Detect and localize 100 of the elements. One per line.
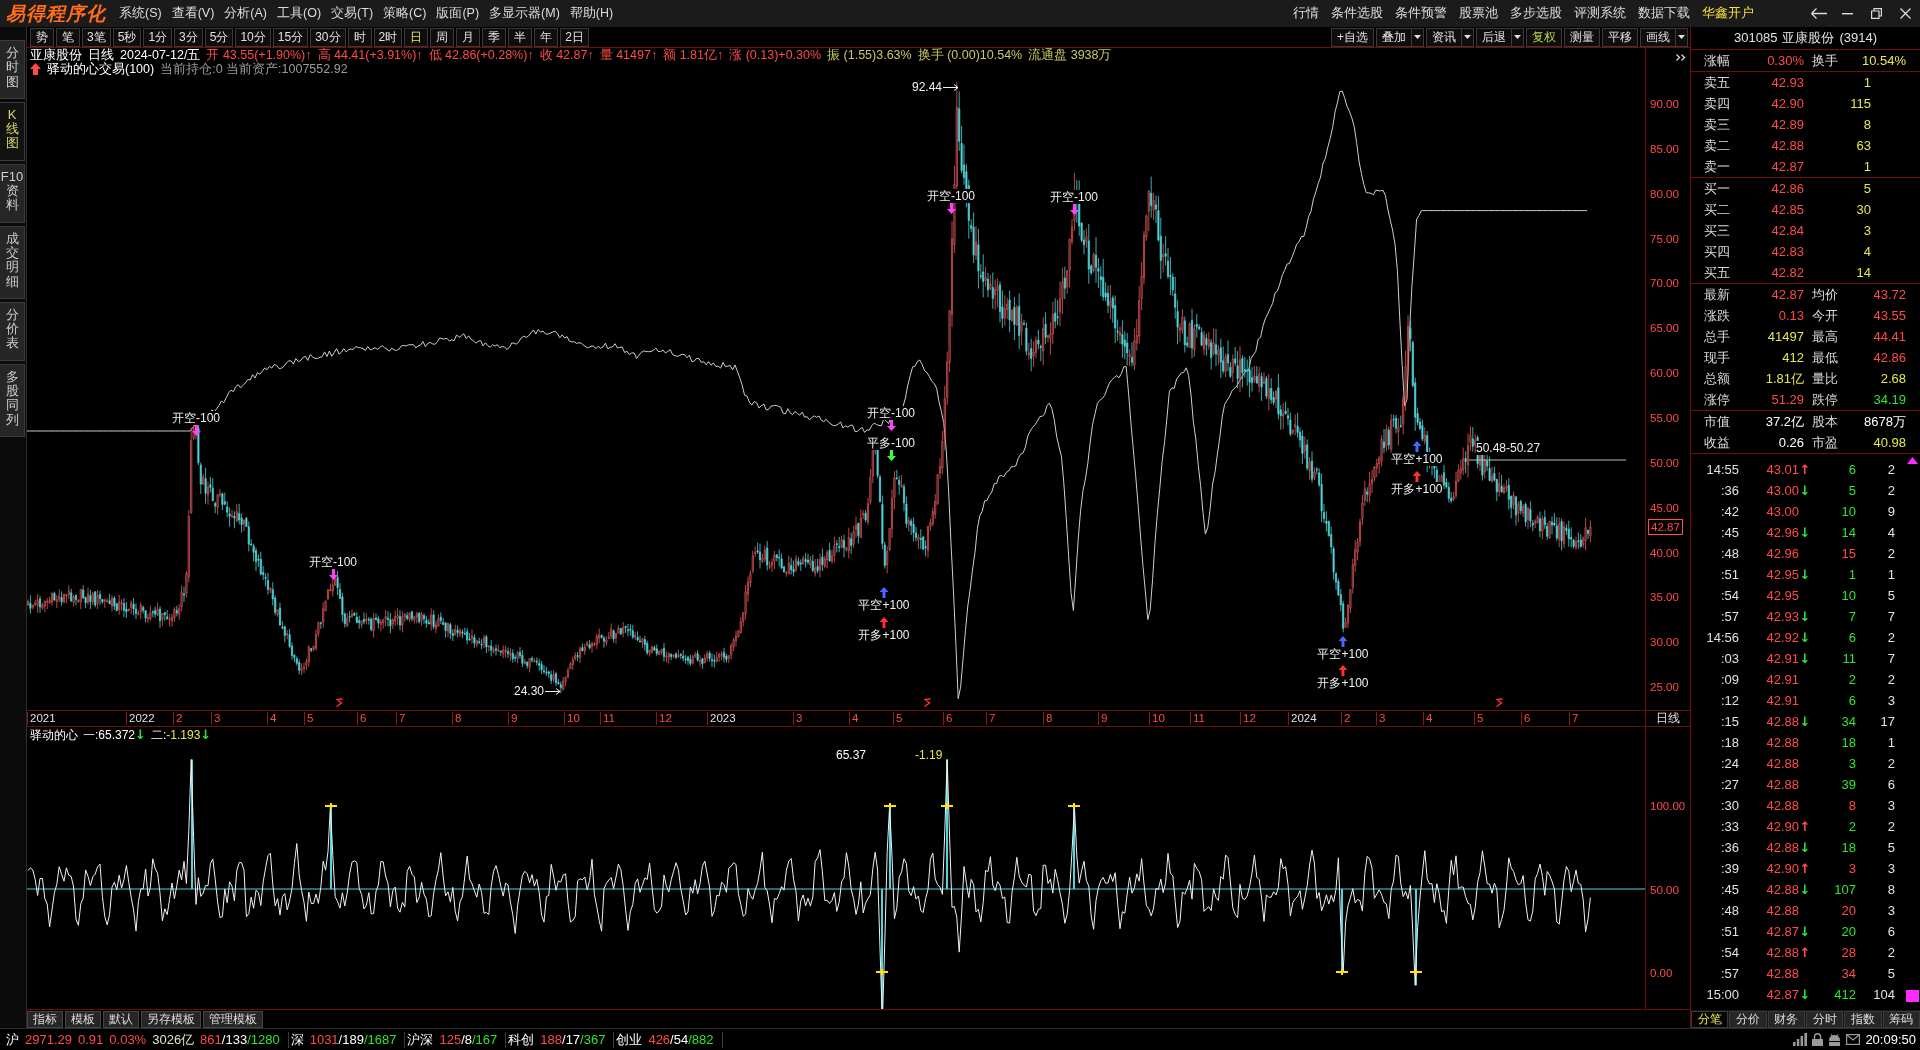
template-tab[interactable]: 管理模板 bbox=[203, 1010, 263, 1028]
signal-label: 平空+100 bbox=[858, 598, 910, 612]
scroll-up-icon[interactable] bbox=[1906, 457, 1918, 464]
panel-tab[interactable]: 指数 bbox=[1844, 1010, 1882, 1028]
period-button[interactable]: 15分 bbox=[272, 27, 309, 47]
scroll-thumb[interactable] bbox=[1905, 990, 1919, 1002]
side-tab[interactable]: F10资料 bbox=[0, 163, 25, 223]
lock-icon[interactable] bbox=[1812, 1033, 1824, 1046]
field-label: 最低 bbox=[1812, 348, 1839, 367]
menu-item[interactable]: 交易(T) bbox=[326, 5, 379, 22]
menu-item[interactable]: 帮助(H) bbox=[564, 5, 619, 22]
panel-tab[interactable]: 分价 bbox=[1729, 1010, 1767, 1028]
tick-time: :39 bbox=[1720, 861, 1739, 876]
period-button[interactable]: 时 bbox=[347, 27, 372, 47]
period-button[interactable]: 季 bbox=[482, 27, 507, 47]
top-link[interactable]: 评测系统 bbox=[1568, 5, 1632, 22]
tick-volume: 412 bbox=[1834, 987, 1856, 1002]
double-chevron-icon[interactable] bbox=[1676, 54, 1686, 61]
menu-item[interactable]: 多显示器(M) bbox=[484, 5, 565, 22]
field-value: 34.19 bbox=[1873, 392, 1906, 407]
menu-item[interactable]: 工具(O) bbox=[272, 5, 327, 22]
side-tab[interactable]: K线图 bbox=[0, 101, 25, 161]
template-tab[interactable]: 模板 bbox=[65, 1010, 101, 1028]
order-label: 买五 bbox=[1704, 263, 1731, 282]
period-button[interactable]: 月 bbox=[456, 27, 481, 47]
trend-arrow: ↑ bbox=[1799, 819, 1811, 834]
top-link[interactable]: 条件选股 bbox=[1325, 5, 1389, 22]
signal-bars-icon[interactable] bbox=[1793, 1033, 1808, 1046]
menu-item[interactable]: 分析(A) bbox=[219, 5, 272, 22]
top-link[interactable]: 多步选股 bbox=[1504, 5, 1568, 22]
tool-button[interactable]: 复权 bbox=[1526, 27, 1562, 47]
side-tab[interactable]: 分价表 bbox=[0, 301, 25, 361]
tool-button[interactable]: 画线 bbox=[1640, 27, 1676, 47]
top-link[interactable]: 华鑫开户 bbox=[1696, 5, 1760, 22]
menu-item[interactable]: 查看(V) bbox=[166, 5, 220, 22]
panel-tab[interactable]: 筹码 bbox=[1882, 1010, 1920, 1028]
down-count: /1687 bbox=[363, 1032, 397, 1047]
robot-icon[interactable] bbox=[1828, 1033, 1842, 1046]
tool-button[interactable]: 叠加 bbox=[1376, 27, 1412, 47]
menu-item[interactable]: 策略(C) bbox=[378, 5, 432, 22]
tick-volume: 8 bbox=[1848, 798, 1856, 813]
period-button[interactable]: 3分 bbox=[174, 27, 203, 47]
order-label: 卖五 bbox=[1704, 73, 1731, 92]
period-button[interactable]: 日 bbox=[404, 27, 429, 47]
period-button[interactable]: 3笔 bbox=[82, 27, 111, 47]
period-button[interactable]: 年 bbox=[534, 27, 559, 47]
up-count: 1031 bbox=[309, 1032, 339, 1047]
dropdown-button[interactable] bbox=[1512, 27, 1524, 47]
dropdown-button[interactable] bbox=[1676, 27, 1688, 47]
side-tab[interactable]: 分时图 bbox=[0, 40, 25, 99]
flat-count: /133 bbox=[221, 1032, 248, 1047]
template-tab[interactable]: 另存模板 bbox=[141, 1010, 201, 1028]
period-button[interactable]: 10分 bbox=[235, 27, 271, 47]
tool-button[interactable]: 后退 bbox=[1476, 27, 1512, 47]
leader-arrow bbox=[943, 83, 960, 91]
period-button[interactable]: 周 bbox=[430, 27, 455, 47]
down-count: /882 bbox=[688, 1032, 714, 1047]
period-button[interactable]: 2时 bbox=[373, 27, 403, 47]
period-button[interactable]: 笔 bbox=[56, 27, 80, 47]
tool-button[interactable]: 平移 bbox=[1602, 27, 1638, 47]
dropdown-button[interactable] bbox=[1412, 27, 1424, 47]
period-button[interactable]: 1分 bbox=[143, 27, 173, 47]
envelope-icon[interactable] bbox=[1846, 1034, 1861, 1045]
dropdown-button[interactable] bbox=[1462, 27, 1474, 47]
tick-count: 6 bbox=[1887, 924, 1895, 939]
period-button[interactable]: 5分 bbox=[204, 27, 234, 47]
tool-button[interactable]: +自选 bbox=[1331, 27, 1374, 47]
tool-button[interactable]: 测量 bbox=[1564, 27, 1600, 47]
panel-tab[interactable]: 分时 bbox=[1806, 1010, 1844, 1028]
indicator-name: 驿动的心 bbox=[30, 727, 78, 742]
top-link[interactable]: 数据下载 bbox=[1632, 5, 1696, 22]
template-tab[interactable]: 指标 bbox=[27, 1010, 63, 1028]
quote-field: 日线 bbox=[88, 48, 114, 62]
tool-button[interactable]: 资讯 bbox=[1426, 27, 1462, 47]
panel-tab[interactable]: 财务 bbox=[1767, 1010, 1805, 1028]
period-button[interactable]: 半 bbox=[508, 27, 533, 47]
top-link[interactable]: 条件预警 bbox=[1389, 5, 1453, 22]
tick-volume: 6 bbox=[1848, 693, 1856, 708]
panel-tab[interactable]: 分笔 bbox=[1691, 1010, 1729, 1028]
arrow-up-icon bbox=[30, 63, 41, 75]
tick-volume: 18 bbox=[1841, 735, 1856, 750]
period-button[interactable]: 30分 bbox=[310, 27, 346, 47]
menu-item[interactable]: 版面(P) bbox=[431, 5, 485, 22]
period-button[interactable]: 5秒 bbox=[112, 27, 142, 47]
axis-label: 50.00 bbox=[1650, 882, 1679, 897]
tick-volume: 2 bbox=[1848, 819, 1856, 834]
axis-label: 4 bbox=[1423, 712, 1433, 725]
tick-price: 42.87 bbox=[1766, 987, 1799, 1002]
period-button[interactable]: 2日 bbox=[560, 27, 589, 47]
template-tab[interactable]: 默认 bbox=[103, 1010, 139, 1028]
side-tab[interactable]: 成交明细 bbox=[0, 225, 25, 299]
tick-count: 2 bbox=[1887, 462, 1895, 477]
top-link[interactable]: 股票池 bbox=[1453, 5, 1504, 22]
quote-field: 2024-07-12/五 bbox=[120, 48, 201, 62]
tick-time: :09 bbox=[1720, 672, 1739, 687]
top-link[interactable]: 行情 bbox=[1287, 5, 1325, 22]
period-button[interactable]: 势 bbox=[30, 27, 54, 47]
menu-item[interactable]: 系统(S) bbox=[114, 5, 167, 22]
axis-label: 40.00 bbox=[1650, 545, 1679, 560]
side-tab[interactable]: 多股同列 bbox=[0, 363, 25, 437]
